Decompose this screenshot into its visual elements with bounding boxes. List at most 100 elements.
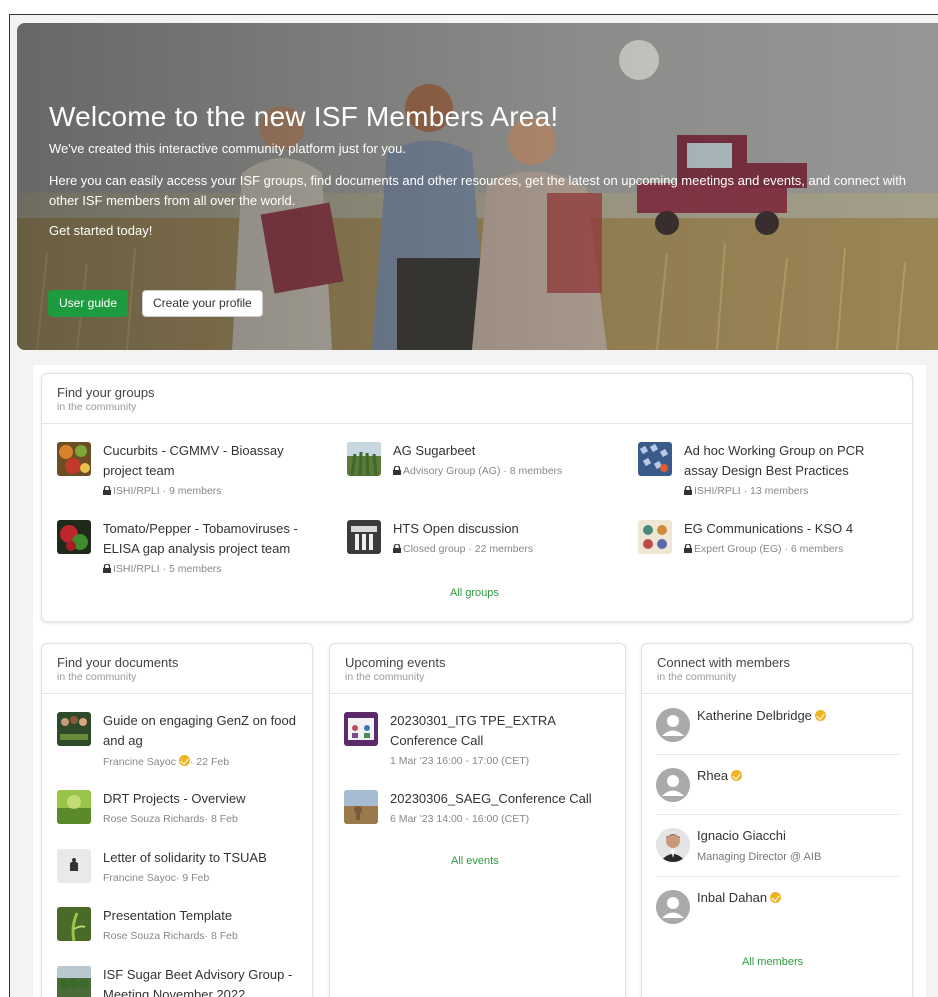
lock-icon (684, 485, 692, 495)
document-meta: Rose Souza Richards· 8 Feb (103, 930, 238, 942)
all-events-link[interactable]: All events (451, 855, 499, 867)
document-date: · 8 Feb (204, 813, 238, 825)
document-title[interactable]: Guide on engaging GenZ on food and ag (103, 711, 298, 751)
member-role: Managing Director @ AIB (697, 851, 822, 863)
members-card: Connect with members in the community Ka… (641, 643, 913, 997)
group-title[interactable]: Cucurbits - CGMMV - Bioassay project tea… (103, 441, 318, 481)
hero-banner: Welcome to the new ISF Members Area! We'… (17, 23, 938, 350)
member-divider (656, 754, 899, 755)
avatar (656, 828, 690, 862)
documents-card-header: Find your documents in the community (42, 644, 312, 694)
all-groups-link[interactable]: All groups (450, 587, 499, 599)
user-guide-button[interactable]: User guide (48, 290, 129, 317)
lock-icon (393, 465, 401, 475)
hero-cta-text: Get started today! (49, 223, 153, 238)
document-title[interactable]: Presentation Template (103, 906, 298, 926)
hero-title: Welcome to the new ISF Members Area! (49, 101, 559, 132)
lock-icon (103, 485, 111, 495)
document-title[interactable]: ISF Sugar Beet Advisory Group - Meeting … (103, 965, 303, 997)
member-name-text: Rhea (697, 768, 729, 783)
documents-card-subtitle: in the community (57, 671, 137, 683)
all-members-link[interactable]: All members (742, 956, 803, 968)
create-profile-button[interactable]: Create your profile (142, 290, 263, 317)
group-thumbnail (638, 520, 672, 554)
event-time: 1 Mar '23 16:00 - 17:00 (CET) (390, 755, 530, 767)
document-author: Rose Souza Richards (103, 930, 205, 942)
document-date: · 8 Feb (204, 930, 238, 942)
document-meta: Rose Souza Richards· 8 Feb (103, 813, 238, 825)
member-name[interactable]: Ignacio Giacchi (697, 826, 786, 846)
avatar (656, 768, 690, 802)
events-card-subtitle: in the community (345, 671, 425, 683)
document-thumbnail (57, 907, 91, 941)
groups-card-subtitle: in the community (57, 401, 137, 413)
group-meta-text: ISHI/RPLI · 9 members (113, 485, 222, 497)
member-divider (656, 876, 899, 877)
group-meta: Closed group · 22 members (393, 543, 533, 555)
group-meta-text: Advisory Group (AG) · 8 members (403, 465, 563, 477)
group-title[interactable]: HTS Open discussion (393, 519, 623, 539)
group-thumbnail (347, 520, 381, 554)
member-name[interactable]: Rhea (697, 766, 743, 786)
event-title[interactable]: 20230301_ITG TPE_EXTRA Conference Call (390, 711, 610, 751)
document-title[interactable]: DRT Projects - Overview (103, 789, 298, 809)
members-card-title: Connect with members (657, 655, 790, 670)
group-meta: ISHI/RPLI · 9 members (103, 485, 222, 497)
group-meta-text: Closed group · 22 members (403, 543, 534, 555)
document-thumbnail (57, 790, 91, 824)
group-thumbnail (347, 442, 381, 476)
documents-card: Find your documents in the community Gui… (41, 643, 313, 997)
document-meta: Francine Sayoc · 22 Feb (103, 755, 229, 768)
group-meta: ISHI/RPLI · 13 members (684, 485, 808, 497)
group-meta: ISHI/RPLI · 5 members (103, 563, 222, 575)
group-thumbnail (57, 520, 91, 554)
verified-badge-icon (731, 770, 743, 781)
members-card-header: Connect with members in the community (642, 644, 912, 694)
member-name-text: Katherine Delbridge (697, 708, 812, 723)
group-title[interactable]: Ad hoc Working Group on PCR assay Design… (684, 441, 899, 481)
document-author: Rose Souza Richards (103, 813, 205, 825)
group-meta: Expert Group (EG) · 6 members (684, 543, 843, 555)
member-name[interactable]: Inbal Dahan (697, 888, 782, 908)
groups-card-title: Find your groups (57, 385, 155, 400)
group-meta-text: Expert Group (EG) · 6 members (694, 543, 844, 555)
member-name[interactable]: Katherine Delbridge (697, 706, 826, 726)
avatar (656, 890, 690, 924)
group-title[interactable]: Tomato/Pepper - Tobamoviruses - ELISA ga… (103, 519, 331, 559)
lock-icon (684, 543, 692, 553)
document-meta: Francine Sayoc· 9 Feb (103, 872, 209, 884)
document-thumbnail (57, 966, 91, 997)
document-author: Francine Sayoc (103, 756, 176, 768)
group-title[interactable]: EG Communications - KSO 4 (684, 519, 899, 539)
group-meta-text: ISHI/RPLI · 13 members (694, 485, 809, 497)
hero-intro: We've created this interactive community… (49, 141, 406, 156)
group-thumbnail (57, 442, 91, 476)
groups-card-header: Find your groups in the community (42, 374, 912, 424)
document-thumbnail (57, 849, 91, 883)
lock-icon (103, 563, 111, 573)
member-name-text: Inbal Dahan (697, 890, 768, 905)
event-thumbnail (344, 790, 378, 824)
events-card-title: Upcoming events (345, 655, 446, 670)
document-date: · 22 Feb (189, 756, 230, 768)
document-title[interactable]: Letter of solidarity to TSUAB (103, 848, 298, 868)
verified-badge-icon (814, 710, 826, 721)
document-date: · 9 Feb (175, 872, 210, 884)
group-title[interactable]: AG Sugarbeet (393, 441, 623, 461)
documents-card-title: Find your documents (57, 655, 179, 670)
event-thumbnail (344, 712, 378, 746)
verified-badge-icon (770, 892, 782, 903)
event-title[interactable]: 20230306_SAEG_Conference Call (390, 789, 620, 809)
document-thumbnail (57, 712, 91, 746)
groups-card: Find your groups in the community Cucurb… (41, 373, 913, 622)
verified-badge-icon (178, 755, 190, 766)
group-meta: Advisory Group (AG) · 8 members (393, 465, 562, 477)
document-author: Francine Sayoc (103, 872, 176, 884)
events-card: Upcoming events in the community 2023030… (329, 643, 626, 997)
members-card-subtitle: in the community (657, 671, 737, 683)
group-meta-text: ISHI/RPLI · 5 members (113, 563, 222, 575)
events-card-header: Upcoming events in the community (330, 644, 625, 694)
group-thumbnail (638, 442, 672, 476)
hero-body: Here you can easily access your ISF grou… (49, 173, 907, 208)
lock-icon (393, 543, 401, 553)
